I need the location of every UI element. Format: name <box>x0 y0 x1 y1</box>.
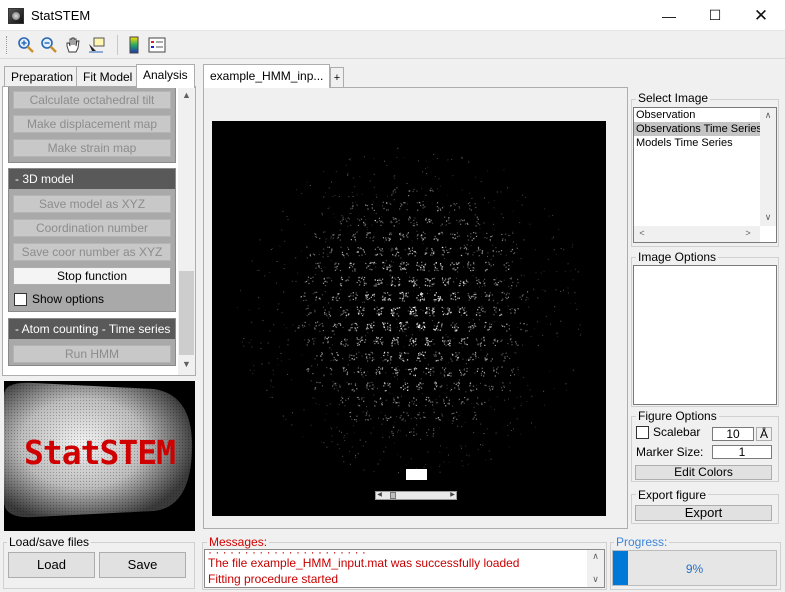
scroll-up-icon[interactable]: ∧ <box>760 110 776 121</box>
app-icon <box>8 8 24 24</box>
tab-example-hmm-input[interactable]: example_HMM_inp... <box>203 64 330 88</box>
model-3d-section: - 3D model Save model as XYZ Coordinatio… <box>8 168 176 312</box>
run-hmm-button[interactable]: Run HMM <box>13 345 171 363</box>
slider-thumb[interactable] <box>390 492 396 499</box>
image-options-list[interactable] <box>633 265 777 405</box>
zoom-out-icon[interactable] <box>39 35 59 55</box>
save-coor-number-xyz-button[interactable]: Save coor number as XYZ <box>13 243 171 261</box>
message-line: Fitting procedure started <box>208 572 339 586</box>
close-button[interactable]: ✕ <box>738 0 784 31</box>
progress-title: Progress: <box>614 535 670 549</box>
toolbar <box>0 31 785 59</box>
save-model-xyz-button[interactable]: Save model as XYZ <box>13 195 171 213</box>
coordination-number-button[interactable]: Coordination number <box>13 219 171 237</box>
select-image-title: Select Image <box>636 91 711 105</box>
list-item[interactable]: Observation <box>634 108 776 122</box>
scroll-down-icon[interactable]: ∨ <box>760 212 776 223</box>
scroll-thumb[interactable] <box>179 271 194 355</box>
stop-function-button[interactable]: Stop function <box>13 267 171 285</box>
show-options-label: Show options <box>32 292 105 306</box>
scalebar-label: Scalebar <box>653 425 701 439</box>
data-cursor-icon[interactable] <box>86 35 106 55</box>
marker-size-input[interactable]: 1 <box>712 445 772 459</box>
save-button[interactable]: Save <box>99 552 186 578</box>
zoom-in-icon[interactable] <box>16 35 36 55</box>
scroll-down-icon[interactable]: ▼ <box>178 359 195 369</box>
messages-scrollbar[interactable]: ∧ ∨ <box>587 550 604 587</box>
title-bar: StatSTEM — ☐ ✕ <box>0 0 785 31</box>
edit-colors-button[interactable]: Edit Colors <box>635 465 772 480</box>
figure-options-title: Figure Options <box>636 409 719 423</box>
progress-bar: 9% <box>612 550 777 586</box>
scroll-up-icon[interactable]: ▲ <box>178 90 195 100</box>
tab-preparation[interactable]: Preparation <box>4 66 81 86</box>
show-options-checkbox[interactable] <box>14 293 27 306</box>
toolbar-separator <box>117 35 118 55</box>
list-vscrollbar[interactable]: ∧ ∨ <box>760 108 776 226</box>
colorbar-icon[interactable] <box>124 35 144 55</box>
select-image-list[interactable]: Observation Observations Time Series Mod… <box>633 107 777 243</box>
add-tab-button[interactable]: + <box>330 67 344 87</box>
export-figure-title: Export figure <box>636 488 709 502</box>
load-save-title: Load/save files <box>7 535 92 549</box>
scalebar-checkbox[interactable] <box>636 426 649 439</box>
atom-columns-image <box>237 147 582 478</box>
image-options-title: Image Options <box>636 250 719 264</box>
frame-slider[interactable]: ◀ ▶ <box>375 491 457 500</box>
scalebar-length-input[interactable]: 10 <box>712 427 754 441</box>
minimize-button[interactable]: — <box>646 0 692 31</box>
scalebar-unit-button[interactable]: Å <box>756 427 772 441</box>
analysis-scrollbar[interactable]: ▲ ▼ <box>178 87 195 375</box>
atom-counting-header[interactable]: - Atom counting - Time series <box>9 319 175 339</box>
marker-size-label: Marker Size: <box>636 445 704 459</box>
messages-log[interactable]: · · · · · · · · · · · · · · · · · · · · … <box>204 549 605 588</box>
export-button[interactable]: Export <box>635 505 772 521</box>
messages-title: Messages: <box>207 535 270 549</box>
toolbar-grip <box>6 36 9 54</box>
analysis-panel: Calculate octahedral tilt Make displacem… <box>2 86 196 376</box>
stem-image[interactable]: ◀ ▶ <box>212 121 606 516</box>
progress-label: 9% <box>685 562 704 576</box>
scroll-left-icon[interactable]: < <box>636 228 648 238</box>
list-item[interactable]: Observations Time Series <box>634 122 776 136</box>
load-button[interactable]: Load <box>8 552 95 578</box>
slider-left-arrow[interactable]: ◀ <box>376 492 383 499</box>
list-hscrollbar[interactable]: < > <box>634 226 760 242</box>
atom-counting-section: - Atom counting - Time series Run HMM <box>8 318 176 366</box>
tab-analysis[interactable]: Analysis <box>136 64 195 88</box>
message-line: The file example_HMM_input.mat was succe… <box>208 556 520 570</box>
tab-fit-model[interactable]: Fit Model <box>76 66 140 86</box>
model-3d-header[interactable]: - 3D model <box>9 169 175 189</box>
legend-icon[interactable] <box>147 35 167 55</box>
make-strain-map-button[interactable]: Make strain map <box>13 139 171 157</box>
window-title: StatSTEM <box>31 8 91 23</box>
slider-right-arrow[interactable]: ▶ <box>449 492 456 499</box>
logo-text: StatSTEM <box>24 433 176 472</box>
scroll-down-icon[interactable]: ∨ <box>587 574 604 585</box>
maximize-button[interactable]: ☐ <box>692 0 738 31</box>
make-displacement-map-button[interactable]: Make displacement map <box>13 115 171 133</box>
pan-icon[interactable] <box>63 35 83 55</box>
statstem-logo: StatSTEM <box>4 381 195 531</box>
list-item[interactable]: Models Time Series <box>634 136 776 150</box>
scroll-up-icon[interactable]: ∧ <box>587 551 604 562</box>
analysis-top-section: Calculate octahedral tilt Make displacem… <box>8 87 176 163</box>
frame-indicator <box>406 469 427 480</box>
scroll-right-icon[interactable]: > <box>742 228 754 238</box>
calculate-octahedral-tilt-button[interactable]: Calculate octahedral tilt <box>13 91 171 109</box>
